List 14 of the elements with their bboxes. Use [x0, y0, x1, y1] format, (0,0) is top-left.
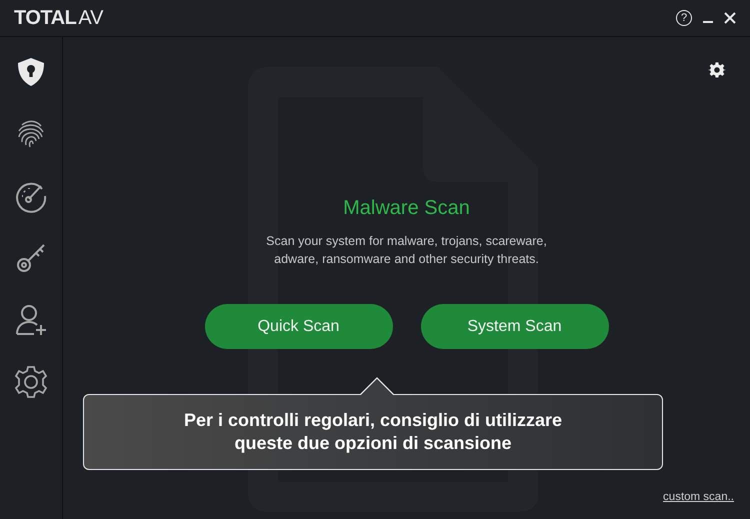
- user-add-icon: [14, 303, 48, 337]
- custom-scan-link[interactable]: custom scan..: [663, 491, 734, 503]
- scan-button[interactable]: Quick Scan: [204, 304, 392, 349]
- tooltip-text: queste due opzioni di scansione: [234, 432, 512, 455]
- settings-icon[interactable]: [708, 61, 726, 79]
- settings-icon: [14, 365, 48, 399]
- logo-text: TOTAL: [14, 6, 76, 30]
- tooltip-text: Per i controlli regolari, consiglio di utilizzare: [184, 409, 562, 432]
- scan-title: Malware Scan: [343, 197, 470, 220]
- help-button[interactable]: ?: [676, 10, 692, 26]
- close-icon[interactable]: [724, 12, 736, 24]
- scan-description: Scan your system for malware, trojans, scareware, adware, ransomware and other security threats.: [265, 233, 548, 268]
- logo-text: AV: [78, 6, 104, 30]
- scan-button[interactable]: System Scan: [420, 304, 608, 349]
